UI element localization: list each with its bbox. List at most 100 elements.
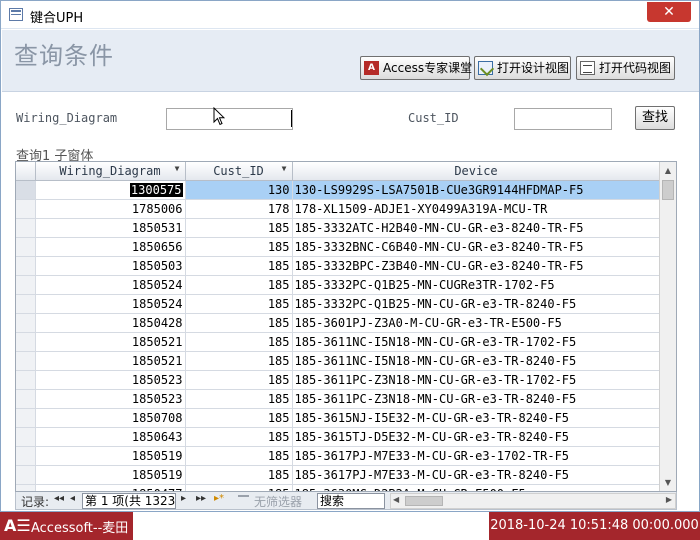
column-header-wiring-diagram[interactable]: Wiring_Diagram ▼ [35,162,186,181]
close-button[interactable]: ✕ [647,2,691,22]
open-code-view-button[interactable]: 打开代码视图 [576,56,675,80]
table-row[interactable]: 1850428 185 185-3601PJ-Z3A0-M-CU-GR-e3-TR-… [16,313,661,333]
cell-device[interactable]: 185-3332BPC-Z3B40-MN-CU-GR-e3-8240-TR-F5 [292,256,661,276]
cell-wiring-diagram[interactable]: 1850656 [35,237,186,257]
scroll-down-icon[interactable]: ▼ [660,474,676,491]
record-position-field[interactable]: 第 1 项(共 1323 [82,493,176,509]
cell-device[interactable]: 185-3611PC-Z3N18-MN-CU-GR-e3-TR-1702-F5 [292,370,661,390]
cell-wiring-diagram[interactable]: 1850524 [35,294,186,314]
column-header-device[interactable]: Device [292,162,661,181]
cell-cust-id[interactable]: 185 [185,218,293,238]
vertical-scrollbar[interactable]: ▲ ▼ [659,162,676,491]
table-row[interactable]: 1850519 185 185-3617PJ-M7E33-M-CU-GR-e3-TR… [16,465,661,485]
row-selector[interactable] [16,275,36,295]
cell-cust-id[interactable]: 185 [185,313,293,333]
row-selector[interactable] [16,465,36,485]
table-row[interactable]: 1850524 185 185-3332PC-Q1B25-MN-CUGRe3TR-1… [16,275,661,295]
cell-device[interactable]: 185-3617PJ-M7E33-M-CU-GR-e3-TR-8240-F5 [292,465,661,485]
previous-record-icon[interactable]: ◂ [70,493,75,504]
cell-cust-id[interactable]: 185 [185,275,293,295]
next-record-icon[interactable]: ▸ [181,493,186,504]
table-row[interactable]: 1850643 185 185-3615TJ-D5E32-M-CU-GR-e3-TR… [16,427,661,447]
cell-wiring-diagram[interactable]: 1850524 [35,275,186,295]
cell-cust-id[interactable]: 178 [185,199,293,219]
row-selector[interactable] [16,351,36,371]
cell-wiring-diagram[interactable]: 1850523 [35,389,186,409]
first-record-icon[interactable]: ◂◂ [54,493,64,504]
cell-wiring-diagram[interactable]: 1850521 [35,332,186,352]
cell-cust-id[interactable]: 185 [185,256,293,276]
cell-wiring-diagram[interactable]: 1850523 [35,370,186,390]
table-row[interactable]: 1850656 185 185-3332BNC-C6B40-MN-CU-GR-e3-… [16,237,661,257]
cell-cust-id[interactable]: 185 [185,484,293,491]
cell-device[interactable]: 185-3617PJ-M7E33-M-CU-GR-e3-1702-TR-F5 [292,446,661,466]
cell-wiring-diagram[interactable]: 1850531 [35,218,186,238]
wiring-diagram-input[interactable] [166,108,293,130]
table-row[interactable]: 1850523 185 185-3611PC-Z3N18-MN-CU-GR-e3-T… [16,370,661,390]
sort-dropdown-icon[interactable]: ▼ [282,164,287,173]
cell-device[interactable]: 185-3615NJ-I5E32-M-CU-GR-e3-TR-8240-F5 [292,408,661,428]
cell-wiring-diagram[interactable]: 1850708 [35,408,186,428]
cell-device[interactable]: 130-LS9929S-LSA7501B-CUe3GR9144HFDMAP-F5 [292,180,661,200]
cell-wiring-diagram[interactable]: 1850643 [35,427,186,447]
cell-device[interactable]: 185-3332PC-Q1B25-MN-CUGRe3TR-1702-F5 [292,275,661,295]
table-row[interactable]: 1850523 185 185-3611PC-Z3N18-MN-CU-GR-e3-T… [16,389,661,409]
scroll-thumb[interactable] [662,180,674,200]
table-row[interactable]: 1850503 185 185-3332BPC-Z3B40-MN-CU-GR-e3-… [16,256,661,276]
cell-cust-id[interactable]: 185 [185,408,293,428]
cust-id-input[interactable] [514,108,612,130]
table-row[interactable]: 1850521 185 185-3611NC-I5N18-MN-CU-GR-e3-T… [16,351,661,371]
cell-device[interactable]: 185-3611NC-I5N18-MN-CU-GR-e3-TR-1702-F5 [292,332,661,352]
last-record-icon[interactable]: ▸▸ [196,493,206,504]
row-selector[interactable] [16,484,36,491]
cell-wiring-diagram[interactable]: 1850521 [35,351,186,371]
row-selector[interactable] [16,332,36,352]
datasheet-search-input[interactable]: 搜索 [317,493,385,509]
cell-cust-id[interactable]: 185 [185,294,293,314]
table-row[interactable]: 1785006 178 178-XL1509-ADJE1-XY0499A319A-M… [16,199,661,219]
scroll-up-icon[interactable]: ▲ [660,162,676,179]
table-row[interactable]: 1850521 185 185-3611NC-I5N18-MN-CU-GR-e3-T… [16,332,661,352]
cell-device[interactable]: 185-3332BNC-C6B40-MN-CU-GR-e3-8240-TR-F5 [292,237,661,257]
table-row[interactable]: 1850477185185-3630MC-D2B2A-M-CU-GR-E500-… [16,484,661,491]
cell-device[interactable]: 185-3332ATC-H2B40-MN-CU-GR-e3-8240-TR-F5 [292,218,661,238]
cell-cust-id[interactable]: 185 [185,370,293,390]
new-record-icon[interactable]: ▸* [214,493,224,504]
no-filter-label[interactable]: 无筛选器 [254,493,302,510]
cell-device[interactable]: 185-3611PC-Z3N18-MN-CU-GR-e3-TR-8240-F5 [292,389,661,409]
cell-cust-id[interactable]: 130 [185,180,293,200]
row-selector[interactable] [16,427,36,447]
row-selector[interactable] [16,313,36,333]
cell-cust-id[interactable]: 185 [185,389,293,409]
cell-device[interactable]: 185-3332PC-Q1B25-MN-CU-GR-e3-TR-8240-F5 [292,294,661,314]
scroll-right-icon[interactable]: ▶ [666,495,672,504]
find-button[interactable]: 查找 [635,106,675,130]
cell-cust-id[interactable]: 185 [185,351,293,371]
row-selector[interactable] [16,218,36,238]
cell-wiring-diagram[interactable]: 1850519 [35,465,186,485]
select-all-corner[interactable] [16,162,36,181]
scroll-left-icon[interactable]: ◀ [393,495,399,504]
row-selector[interactable] [16,446,36,466]
cell-device[interactable]: 185-3601PJ-Z3A0-M-CU-GR-e3-TR-E500-F5 [292,313,661,333]
row-selector[interactable] [16,199,36,219]
cell-device[interactable]: 178-XL1509-ADJE1-XY0499A319A-MCU-TR [292,199,661,219]
cell-device[interactable]: 185-3611NC-I5N18-MN-CU-GR-e3-TR-8240-F5 [292,351,661,371]
access-expert-button[interactable]: A Access专家课堂 [360,56,472,80]
cell-wiring-diagram[interactable]: 1850503 [35,256,186,276]
cell-cust-id[interactable]: 185 [185,427,293,447]
table-row[interactable]: 1300575 130 130-LS9929S-LSA7501B-CUe3GR914… [16,180,661,200]
table-row[interactable]: 1850519 185 185-3617PJ-M7E33-M-CU-GR-e3-17… [16,446,661,466]
open-design-view-button[interactable]: 打开设计视图 [474,56,571,80]
cell-cust-id[interactable]: 185 [185,332,293,352]
row-selector[interactable] [16,180,36,200]
row-selector[interactable] [16,408,36,428]
sort-dropdown-icon[interactable]: ▼ [175,164,180,173]
horizontal-scroll-thumb[interactable] [405,496,443,506]
cell-cust-id[interactable]: 185 [185,465,293,485]
cell-device[interactable]: 185-3615TJ-D5E32-M-CU-GR-e3-TR-8240-F5 [292,427,661,447]
row-selector[interactable] [16,294,36,314]
horizontal-scrollbar[interactable]: ◀ ▶ [390,493,676,509]
table-row[interactable]: 1850524 185 185-3332PC-Q1B25-MN-CU-GR-e3-T… [16,294,661,314]
cell-wiring-diagram[interactable]: 1850428 [35,313,186,333]
